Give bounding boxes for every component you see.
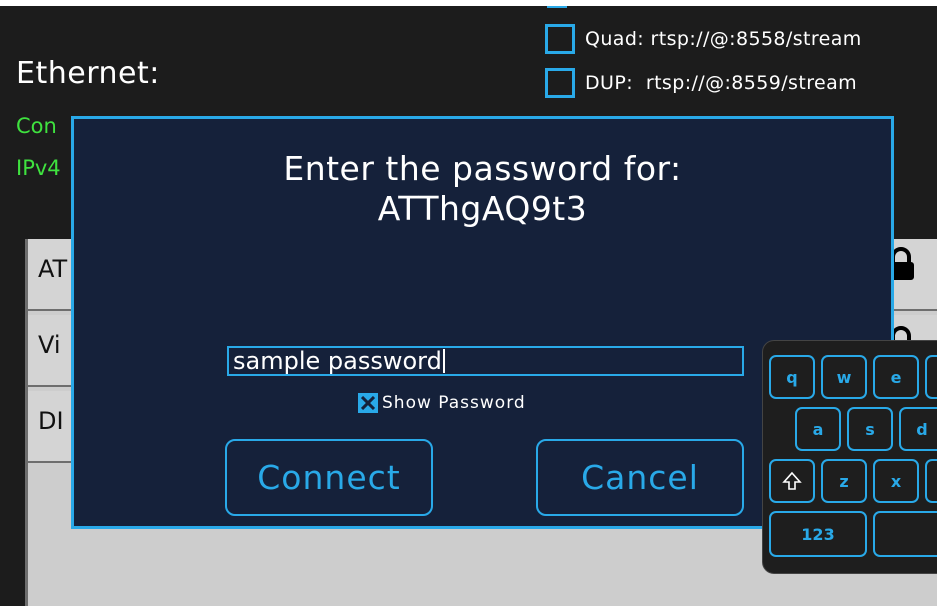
wifi-network-name: DI (38, 407, 64, 435)
key-d[interactable]: d (899, 407, 937, 451)
show-password-label: Show Password (382, 393, 526, 413)
key-z[interactable]: z (821, 459, 867, 503)
key-q[interactable]: q (769, 355, 815, 399)
cancel-button[interactable]: Cancel (536, 439, 744, 516)
stream-checkbox-quad[interactable] (545, 24, 575, 54)
check-x-icon (361, 396, 375, 410)
key-s[interactable]: s (847, 407, 893, 451)
show-password-checkbox[interactable] (358, 393, 378, 413)
shift-key[interactable] (769, 459, 815, 503)
wifi-network-name: AT (38, 255, 68, 283)
ethernet-title: Ethernet: (16, 56, 160, 91)
numbers-key[interactable]: 123 (769, 511, 867, 557)
password-value: sample password (233, 347, 442, 375)
key-x[interactable]: x (873, 459, 919, 503)
ethernet-status-line: Con (16, 114, 57, 138)
key-a[interactable]: a (795, 407, 841, 451)
stream-label-dup: DUP: rtsp://@:8559/stream (585, 72, 858, 94)
shift-arrow-icon (782, 471, 802, 490)
stream-label-quad: Quad: rtsp://@:8558/stream (585, 28, 862, 50)
scrolled-checkbox-edge (547, 6, 567, 8)
text-caret (442, 349, 445, 373)
stream-option-dup[interactable]: DUP: rtsp://@:8559/stream (545, 68, 857, 98)
key-e[interactable]: e (873, 355, 919, 399)
key-partial[interactable] (925, 459, 937, 503)
stream-checkbox-dup[interactable] (545, 68, 575, 98)
app-screen: Ethernet: Con IPv4 Quad: rtsp://@:8558/s… (0, 6, 937, 606)
password-input[interactable]: sample password (227, 346, 744, 376)
key-partial[interactable] (925, 355, 937, 399)
space-key[interactable] (873, 511, 937, 557)
show-password-toggle[interactable]: Show Password (358, 393, 526, 413)
wifi-network-name: Vi (38, 331, 61, 359)
dialog-prompt: Enter the password for: (283, 149, 682, 188)
key-w[interactable]: w (821, 355, 867, 399)
onscreen-keyboard: q w e a s d z x 123 (762, 340, 937, 574)
ethernet-ip-line: IPv4 (16, 156, 61, 180)
connect-button[interactable]: Connect (225, 439, 433, 516)
stream-option-quad[interactable]: Quad: rtsp://@:8558/stream (545, 24, 862, 54)
dialog-network-name: ATThgAQ9t3 (377, 189, 588, 228)
